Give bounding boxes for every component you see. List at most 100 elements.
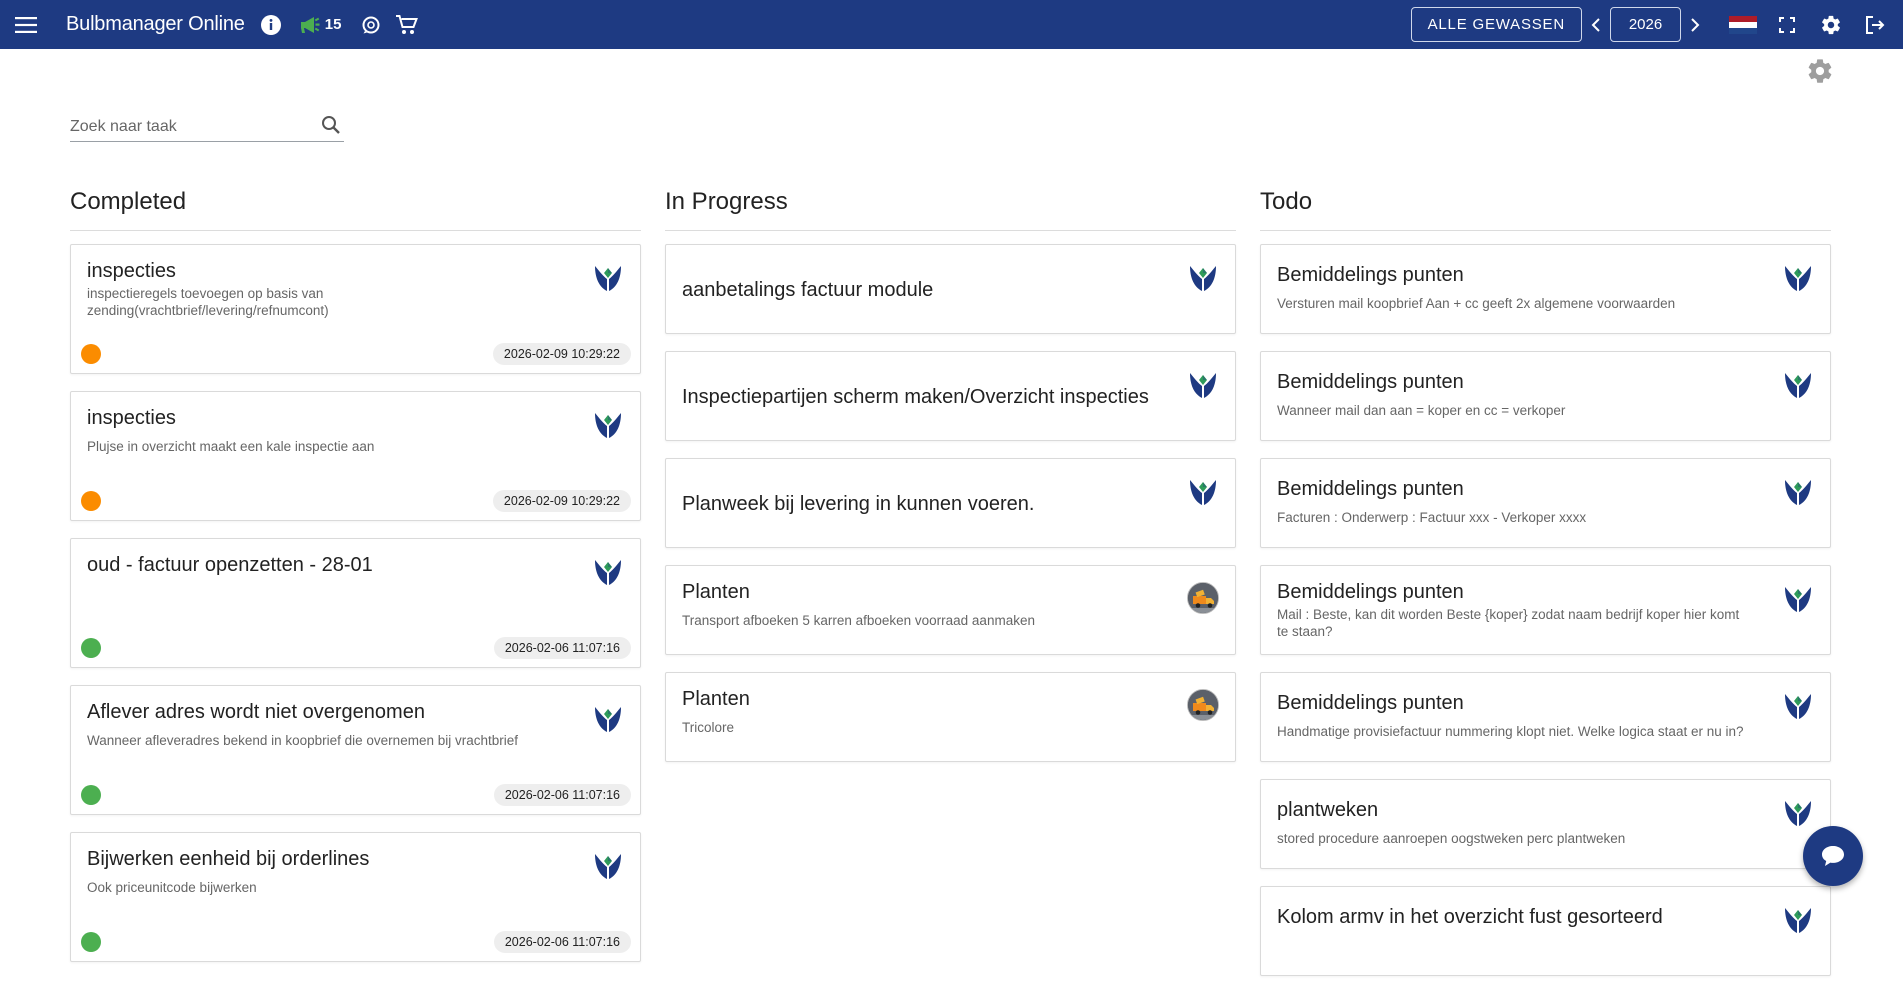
- column-in-progress: In Progress aanbetalings factuur module …: [665, 187, 1236, 779]
- chat-bubble-icon: [1822, 846, 1844, 866]
- chat-history-icon[interactable]: [355, 9, 387, 41]
- task-description: stored procedure aanroepen oogstweken pe…: [1277, 831, 1626, 846]
- task-title: aanbetalings factuur module: [682, 279, 934, 301]
- year-display[interactable]: 2026: [1610, 7, 1681, 42]
- task-title: plantweken: [1277, 799, 1379, 821]
- task-title: Planweek bij levering in kunnen voeren.: [682, 493, 1035, 515]
- task-card[interactable]: Inspectiepartijen scherm maken/Overzicht…: [665, 351, 1236, 441]
- board-settings-gear-icon[interactable]: [1806, 57, 1834, 90]
- menu-icon[interactable]: [10, 9, 42, 41]
- task-card[interactable]: Planten Transport afboeken 5 karren afbo…: [665, 565, 1236, 655]
- language-flag-nl-icon[interactable]: [1729, 15, 1757, 34]
- announcements-button[interactable]: 15: [299, 15, 342, 35]
- user-avatar-truck-icon: [1187, 582, 1219, 614]
- task-title: Bemiddelings punten: [1277, 478, 1464, 500]
- task-card[interactable]: Bemiddelings punten Versturen mail koopb…: [1260, 244, 1831, 334]
- task-title: Planten: [682, 688, 750, 710]
- task-card[interactable]: Bemiddelings punten Mail : Beste, kan di…: [1260, 565, 1831, 655]
- task-timestamp: 2026-02-06 11:07:16: [493, 637, 631, 659]
- task-title: Bemiddelings punten: [1277, 264, 1464, 286]
- column-todo: Todo Bemiddelings punten Versturen mail …: [1260, 187, 1831, 993]
- status-dot: [81, 638, 101, 658]
- task-description: Facturen : Onderwerp : Factuur xxx - Ver…: [1277, 510, 1587, 525]
- task-card[interactable]: oud - factuur openzetten - 28-01 2026-02…: [70, 538, 641, 668]
- top-app-bar: Bulbmanager Online 15 ALLE GEWASSEN 2026: [0, 0, 1903, 49]
- task-description: inspectieregels toevoegen op basis van z…: [87, 286, 329, 318]
- app-title[interactable]: Bulbmanager Online: [66, 13, 245, 36]
- company-logo-icon: [1782, 582, 1814, 614]
- task-title: inspecties: [87, 407, 176, 429]
- task-title: oud - factuur openzetten - 28-01: [87, 554, 373, 576]
- task-card[interactable]: Planweek bij levering in kunnen voeren.: [665, 458, 1236, 548]
- company-logo-icon: [1782, 796, 1814, 828]
- company-logo-icon: [1187, 261, 1219, 293]
- task-description: Wanneer mail dan aan = koper en cc = ver…: [1277, 403, 1566, 418]
- chat-fab-button[interactable]: [1803, 826, 1863, 886]
- task-timestamp: 2026-02-06 11:07:16: [493, 931, 631, 953]
- task-title: Bemiddelings punten: [1277, 371, 1464, 393]
- status-dot: [81, 785, 101, 805]
- info-icon[interactable]: [255, 9, 287, 41]
- notification-count: 15: [324, 16, 342, 33]
- task-search: [70, 112, 344, 142]
- next-year-button[interactable]: [1681, 9, 1709, 41]
- task-description: Tricolore: [682, 720, 735, 735]
- task-card[interactable]: Bemiddelings punten Wanneer mail dan aan…: [1260, 351, 1831, 441]
- task-card[interactable]: inspecties Plujse in overzicht maakt een…: [70, 391, 641, 521]
- task-title: inspecties: [87, 260, 176, 282]
- task-title: Bemiddelings punten: [1277, 581, 1464, 603]
- task-description: Versturen mail koopbrief Aan + cc geeft …: [1277, 296, 1676, 311]
- task-description: Wanneer afleveradres bekend in koopbrief…: [87, 733, 518, 748]
- company-logo-icon: [592, 849, 624, 881]
- task-card[interactable]: Aflever adres wordt niet overgenomen Wan…: [70, 685, 641, 815]
- task-description: Transport afboeken 5 karren afboeken voo…: [682, 613, 1035, 628]
- company-logo-icon: [592, 261, 624, 293]
- task-title: Bijwerken eenheid bij orderlines: [87, 848, 370, 870]
- task-timestamp: 2026-02-09 10:29:22: [492, 490, 631, 512]
- task-card[interactable]: Bemiddelings punten Handmatige provisief…: [1260, 672, 1831, 762]
- task-search-input[interactable]: [70, 117, 310, 136]
- company-logo-icon: [592, 408, 624, 440]
- task-card[interactable]: inspecties inspectieregels toevoegen op …: [70, 244, 641, 374]
- column-title: Todo: [1260, 187, 1831, 231]
- task-card[interactable]: aanbetalings factuur module: [665, 244, 1236, 334]
- search-icon[interactable]: [320, 114, 342, 141]
- task-title: Kolom armv in het overzicht fust gesorte…: [1277, 906, 1663, 928]
- all-crops-button[interactable]: ALLE GEWASSEN: [1410, 7, 1582, 42]
- settings-gear-icon[interactable]: [1815, 9, 1847, 41]
- task-card[interactable]: Kolom armv in het overzicht fust gesorte…: [1260, 886, 1831, 976]
- logout-icon[interactable]: [1859, 9, 1891, 41]
- task-title: Bemiddelings punten: [1277, 692, 1464, 714]
- company-logo-icon: [1187, 475, 1219, 507]
- task-title: Aflever adres wordt niet overgenomen: [87, 701, 425, 723]
- column-title: Completed: [70, 187, 641, 231]
- task-card[interactable]: Bijwerken eenheid bij orderlines Ook pri…: [70, 832, 641, 962]
- status-dot: [81, 344, 101, 364]
- column-completed: Completed inspecties inspectieregels toe…: [70, 187, 641, 979]
- column-title: In Progress: [665, 187, 1236, 231]
- previous-year-button[interactable]: [1582, 9, 1610, 41]
- task-card[interactable]: plantweken stored procedure aanroepen oo…: [1260, 779, 1831, 869]
- task-description: Mail : Beste, kan dit worden Beste {kope…: [1277, 607, 1740, 639]
- task-timestamp: 2026-02-06 11:07:16: [493, 784, 631, 806]
- company-logo-icon: [592, 702, 624, 734]
- company-logo-icon: [1782, 689, 1814, 721]
- company-logo-icon: [1782, 475, 1814, 507]
- megaphone-icon: [300, 16, 320, 33]
- task-title: Planten: [682, 581, 750, 603]
- task-description: Plujse in overzicht maakt een kale inspe…: [87, 439, 375, 454]
- status-dot: [81, 491, 101, 511]
- fullscreen-icon[interactable]: [1771, 9, 1803, 41]
- cart-icon[interactable]: [391, 9, 423, 41]
- task-card[interactable]: Planten Tricolore: [665, 672, 1236, 762]
- task-description: Handmatige provisiefactuur nummering klo…: [1277, 724, 1744, 739]
- company-logo-icon: [592, 555, 624, 587]
- task-description: Ook priceunitcode bijwerken: [87, 880, 257, 895]
- user-avatar-truck-icon: [1187, 689, 1219, 721]
- company-logo-icon: [1187, 368, 1219, 400]
- status-dot: [81, 932, 101, 952]
- company-logo-icon: [1782, 903, 1814, 935]
- task-timestamp: 2026-02-09 10:29:22: [492, 343, 631, 365]
- task-card[interactable]: Bemiddelings punten Facturen : Onderwerp…: [1260, 458, 1831, 548]
- task-title: Inspectiepartijen scherm maken/Overzicht…: [682, 386, 1149, 408]
